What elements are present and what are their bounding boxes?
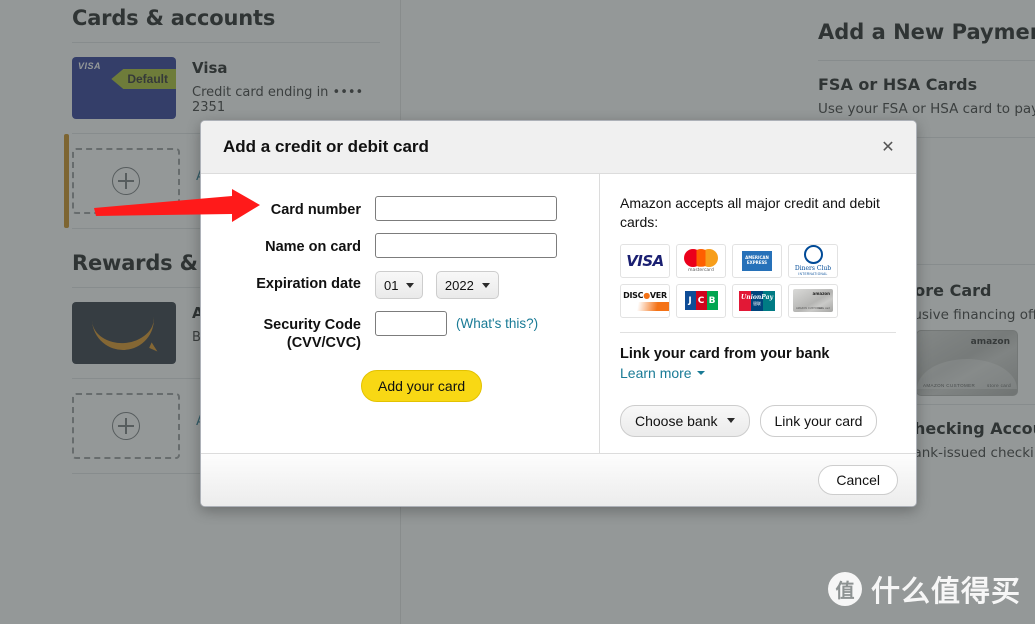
watermark: 值 什么值得买	[828, 568, 1021, 610]
choose-bank-label: Choose bank	[635, 413, 718, 429]
expiration-month-value: 01	[384, 278, 398, 293]
visa-logo: VISA	[620, 244, 670, 278]
name-on-card-input[interactable]	[375, 233, 557, 258]
accepts-text: Amazon accepts all major credit and debi…	[620, 194, 896, 232]
annotation-arrow	[92, 186, 262, 230]
unionpay-logo: UnionPay银联	[732, 284, 782, 318]
name-on-card-row: Name on card	[201, 233, 599, 258]
card-number-input[interactable]	[375, 196, 557, 221]
security-code-label-line2: (CVV/CVC)	[201, 334, 361, 352]
expiration-month-select[interactable]: 01	[375, 271, 423, 299]
security-code-label: Security Code (CVV/CVC)	[201, 311, 375, 352]
accepted-card-logos: VISA mastercard AMERICANEXPRESS Diners C…	[620, 244, 896, 318]
jcb-logo: JCB	[676, 284, 726, 318]
learn-more-link[interactable]: Learn more	[620, 365, 705, 381]
choose-bank-select[interactable]: Choose bank	[620, 405, 750, 437]
mastercard-logo: mastercard	[676, 244, 726, 278]
close-icon[interactable]: ✕	[876, 135, 900, 159]
security-code-input[interactable]	[375, 311, 447, 336]
name-on-card-label: Name on card	[201, 233, 375, 256]
expiration-row: Expiration date 01 2022	[201, 270, 599, 299]
add-card-dialog: Add a credit or debit card ✕ Card number…	[200, 120, 917, 507]
chevron-down-icon	[482, 283, 490, 288]
watermark-text: 什么值得买	[871, 568, 1021, 610]
cancel-button[interactable]: Cancel	[818, 465, 898, 495]
dialog-body: Card number Name on card Expiration date…	[201, 174, 916, 453]
link-your-card-button[interactable]: Link your card	[760, 405, 878, 437]
security-code-row: Security Code (CVV/CVC) (What's this?)	[201, 311, 599, 352]
security-code-label-line1: Security Code	[201, 316, 361, 334]
dialog-title: Add a credit or debit card	[223, 137, 876, 157]
chevron-down-icon	[406, 283, 414, 288]
dialog-footer: Cancel	[201, 453, 916, 506]
amex-logo: AMERICANEXPRESS	[732, 244, 782, 278]
learn-more-label: Learn more	[620, 365, 692, 381]
add-your-card-button[interactable]: Add your card	[361, 370, 482, 402]
accepted-cards-panel: Amazon accepts all major credit and debi…	[599, 174, 916, 453]
expiration-year-select[interactable]: 2022	[436, 271, 499, 299]
watermark-icon: 值	[828, 572, 862, 606]
expiration-label: Expiration date	[201, 270, 375, 293]
link-bank-heading: Link your card from your bank	[620, 346, 896, 362]
dialog-header: Add a credit or debit card ✕	[201, 121, 916, 174]
chevron-down-icon	[697, 371, 705, 375]
amazon-card-logo: amazonAMAZON CUSTOMERstore card	[788, 284, 838, 318]
discover-logo: DISC●VER	[620, 284, 670, 318]
chevron-down-icon	[727, 418, 735, 423]
expiration-year-value: 2022	[445, 278, 474, 293]
cvv-help-link[interactable]: (What's this?)	[456, 311, 538, 331]
diners-club-logo: Diners ClubINTERNATIONAL	[788, 244, 838, 278]
